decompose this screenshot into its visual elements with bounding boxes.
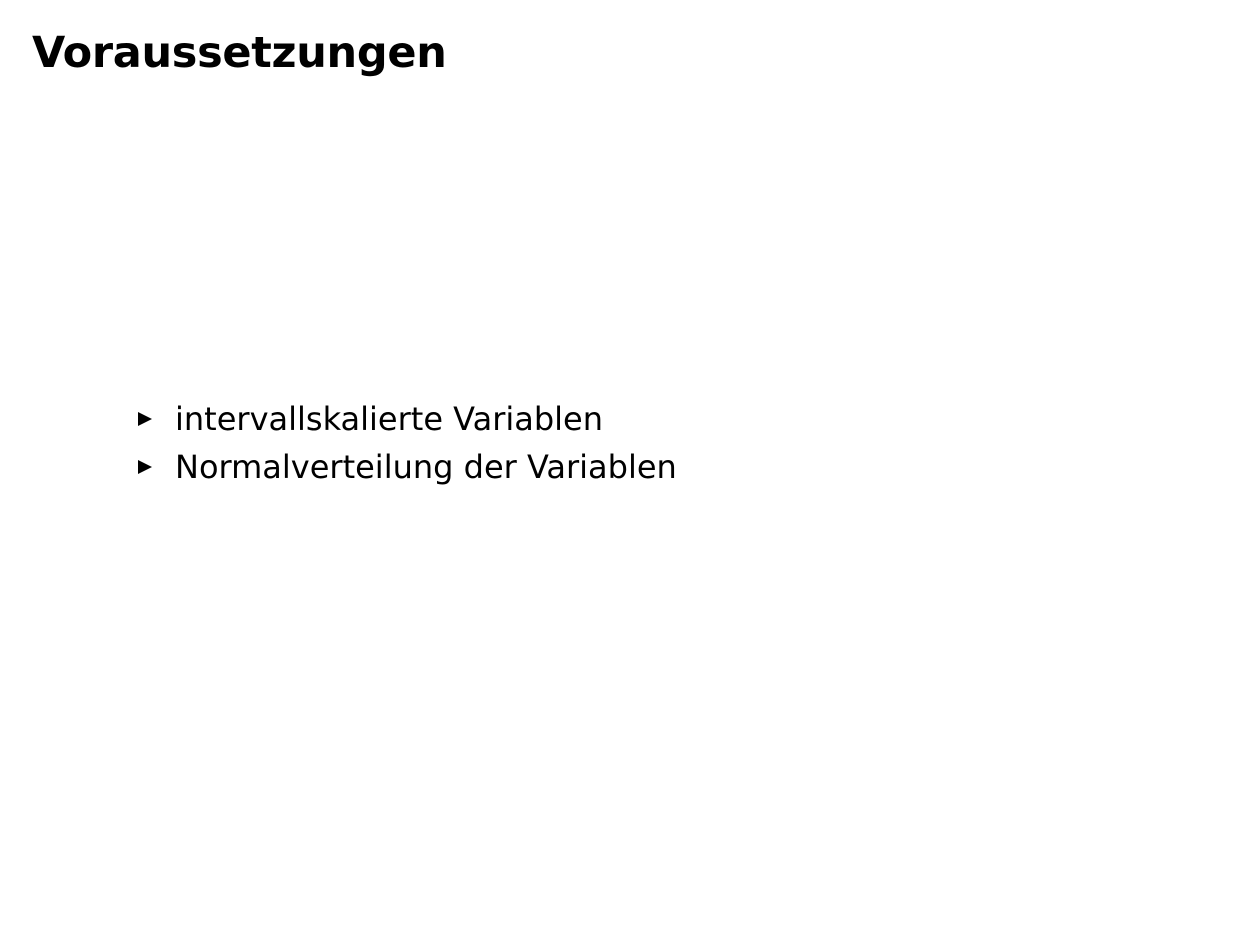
slide-title: Voraussetzungen [32, 28, 447, 78]
bullet-text: intervallskalierte Variablen [175, 400, 604, 438]
bullet-text: Normalverteilung der Variablen [175, 448, 677, 486]
bullet-list: intervallskalierte Variablen Normalverte… [136, 395, 677, 491]
list-item: Normalverteilung der Variablen [136, 443, 677, 491]
list-item: intervallskalierte Variablen [136, 395, 677, 443]
triangle-bullet-icon [136, 458, 175, 476]
triangle-bullet-icon [136, 410, 175, 428]
slide: Voraussetzungen intervallskalierte Varia… [0, 0, 1260, 945]
